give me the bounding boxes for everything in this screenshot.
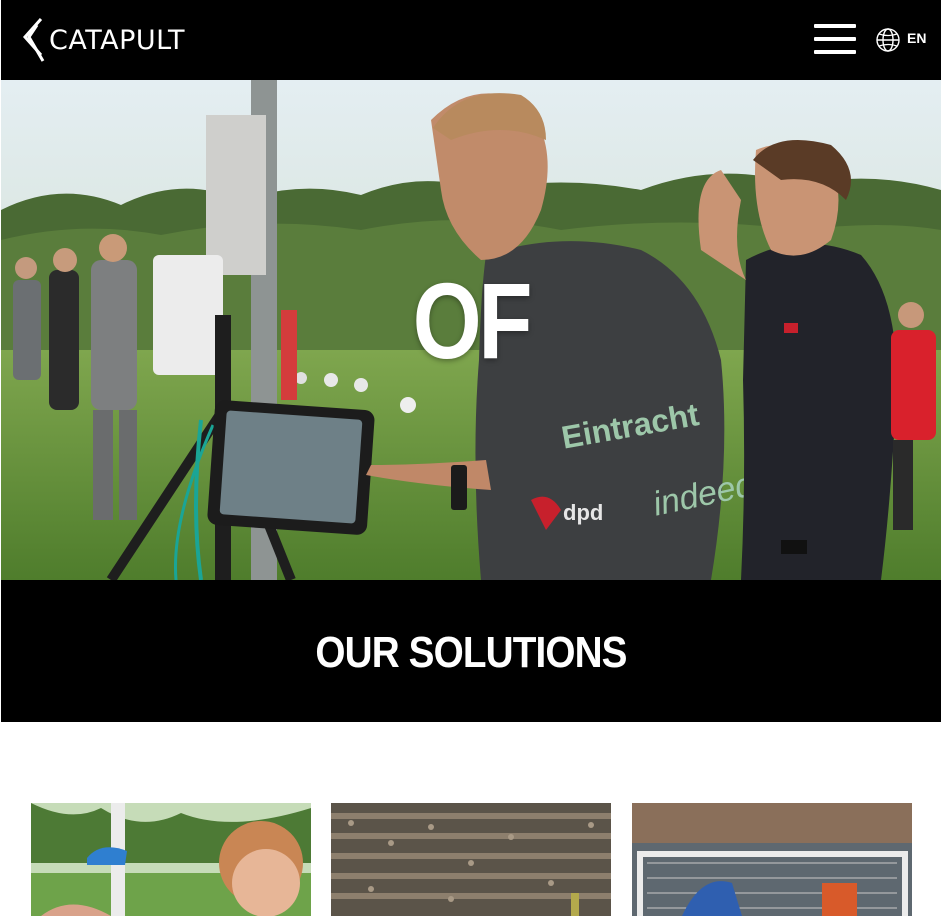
svg-text:dpd: dpd: [563, 500, 603, 525]
language-selector[interactable]: EN: [875, 26, 926, 54]
solution-card-1[interactable]: [31, 803, 311, 916]
logo-text: CATAPULT: [49, 24, 185, 56]
solution-card-3[interactable]: [632, 803, 912, 916]
catapult-logo[interactable]: CATAPULT: [21, 17, 185, 63]
solution-card-image: [331, 803, 611, 916]
solutions-title: OUR SOLUTIONS: [315, 628, 627, 677]
page: CATAPULT EN Eintracht dpd indeed OF OUR …: [1, 0, 941, 916]
hero-overlay-word: OF: [412, 260, 533, 381]
solutions-section: OUR SOLUTIONS: [1, 580, 941, 722]
hamburger-menu-icon[interactable]: [814, 24, 856, 56]
solution-cards: [31, 803, 913, 916]
hero-video: Eintracht dpd indeed OF: [1, 80, 941, 580]
solution-card-2[interactable]: [331, 803, 611, 916]
language-label: EN: [907, 30, 927, 46]
solution-card-image: [632, 803, 912, 916]
solution-card-image: [31, 803, 311, 916]
globe-icon: [876, 28, 900, 52]
site-header: CATAPULT EN: [1, 0, 941, 80]
catapult-logo-mark-icon: [22, 18, 45, 62]
